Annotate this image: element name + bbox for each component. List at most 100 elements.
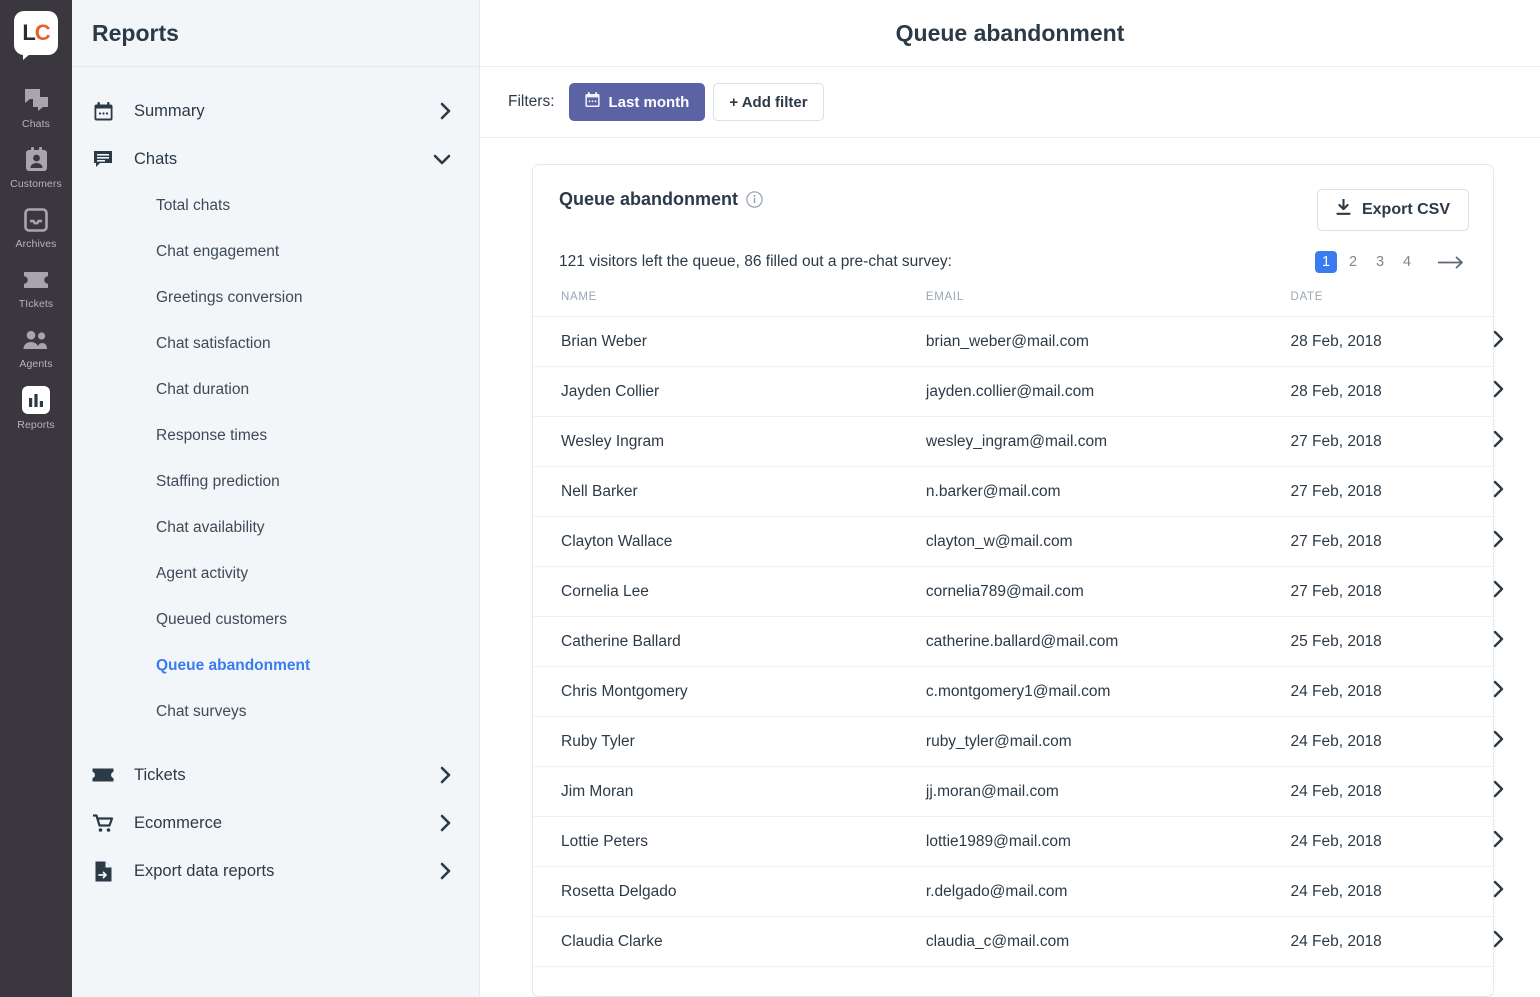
table-row[interactable]: Lottie Peters lottie1989@mail.com 24 Feb, …: [533, 816, 1504, 867]
cell-email: r.delgado@mail.com: [925, 866, 1291, 917]
nav-group-export-data-reports[interactable]: Export data reports: [72, 847, 479, 895]
cell-email: wesley_ingram@mail.com: [925, 416, 1291, 467]
card-wrapper: Queue abandonment Export CSV 121 visitor…: [480, 138, 1540, 997]
page-button-4[interactable]: 4: [1396, 251, 1418, 273]
page-title: Queue abandonment: [895, 19, 1125, 46]
table-row[interactable]: Ruby Tyler ruby_tyler@mail.com 24 Feb, 201…: [533, 716, 1504, 767]
nav-group-tickets[interactable]: Tickets: [72, 751, 479, 799]
chevron-right-icon[interactable]: [440, 102, 451, 120]
export-file-icon: [92, 860, 114, 882]
chevron-right-icon[interactable]: [440, 814, 451, 832]
arrow-right-icon[interactable]: [1438, 256, 1465, 269]
rail-item-reports[interactable]: Reports: [0, 377, 72, 438]
primary-icon-rail: LC Chats Customers Archives TIckets Agen…: [0, 0, 72, 997]
queue-abandonment-table: NAME EMAIL DATE Brian Weber brian_weber@m…: [533, 291, 1504, 967]
sidebar-item-label: Chat satisfaction: [156, 335, 271, 352]
chevron-down-icon[interactable]: [433, 154, 451, 165]
sidebar-item-chat-engagement[interactable]: Chat engagement: [72, 229, 479, 275]
sidebar-item-chat-availability[interactable]: Chat availability: [72, 505, 479, 551]
cell-email: catherine.ballard@mail.com: [925, 616, 1291, 667]
sidebar-item-staffing-prediction[interactable]: Staffing prediction: [72, 459, 479, 505]
cell-email: jj.moran@mail.com: [925, 766, 1291, 817]
table-row[interactable]: Wesley Ingram wesley_ingram@mail.com 27 Fe…: [533, 416, 1504, 467]
rail-label-reports: Reports: [17, 419, 55, 431]
calendar-icon: [584, 92, 600, 112]
cell-date: 24 Feb, 2018: [1290, 766, 1493, 817]
sidebar-item-greetings-conversion[interactable]: Greetings conversion: [72, 275, 479, 321]
sidebar-item-chat-duration[interactable]: Chat duration: [72, 367, 479, 413]
sidebar-item-label: Chat engagement: [156, 243, 280, 260]
column-header-date: DATE: [1290, 291, 1493, 317]
sidebar-item-label: Chat surveys: [156, 703, 247, 720]
sidebar-item-response-times[interactable]: Response times: [72, 413, 479, 459]
table-body: Brian Weber brian_weber@mail.com 28 Feb, 2…: [533, 316, 1504, 967]
sidebar-item-chat-surveys[interactable]: Chat surveys: [72, 689, 479, 735]
chat-bubble-icon: [92, 148, 114, 170]
table-row[interactable]: Rosetta Delgado r.delgado@mail.com 24 Feb,…: [533, 866, 1504, 917]
cell-date: 28 Feb, 2018: [1290, 316, 1493, 367]
table-row[interactable]: Cornelia Lee cornelia789@mail.com 27 Feb, …: [533, 566, 1504, 617]
rail-item-archives[interactable]: Archives: [0, 197, 72, 257]
cell-date: 24 Feb, 2018: [1290, 716, 1493, 767]
sidebar-item-queue-abandonment[interactable]: Queue abandonment: [72, 643, 479, 689]
nav-group-ecommerce[interactable]: Ecommerce: [72, 799, 479, 847]
table-row[interactable]: Jayden Collier jayden.collier@mail.com 28 …: [533, 366, 1504, 417]
sidebar-item-queued-customers[interactable]: Queued customers: [72, 597, 479, 643]
sidebar-item-label: Agent activity: [156, 565, 249, 582]
table-row[interactable]: Claudia Clarke claudia_c@mail.com 24 Feb, …: [533, 916, 1504, 967]
page-button-1[interactable]: 1: [1315, 251, 1337, 273]
card-summary-row: 121 visitors left the queue, 86 filled o…: [533, 231, 1493, 291]
main-header: Queue abandonment: [480, 0, 1540, 67]
logo-letter-l: L: [22, 20, 35, 45]
cell-date: 24 Feb, 2018: [1290, 866, 1493, 917]
cell-email: claudia_c@mail.com: [925, 916, 1291, 967]
nav-group-label-ecommerce: Ecommerce: [134, 813, 223, 832]
rail-item-agents[interactable]: Agents: [0, 317, 72, 377]
rail-label-tickets: TIckets: [18, 298, 54, 310]
summary-text: 121 visitors left the queue, 86 filled o…: [559, 253, 952, 270]
table-row[interactable]: Jim Moran jj.moran@mail.com 24 Feb, 2018: [533, 766, 1504, 817]
page-button-2[interactable]: 2: [1342, 251, 1364, 273]
info-icon[interactable]: [746, 191, 763, 208]
calendar-icon: [92, 100, 114, 122]
filter-last-month-button[interactable]: Last month: [568, 83, 706, 121]
nav-group-label-summary: Summary: [134, 101, 205, 120]
nav-group-label-export-data-reports: Export data reports: [134, 861, 275, 880]
cell-date: 28 Feb, 2018: [1290, 366, 1493, 417]
table-row[interactable]: Brian Weber brian_weber@mail.com 28 Feb, 2…: [533, 316, 1504, 367]
chevron-right-icon[interactable]: [440, 766, 451, 784]
sidebar-item-label: Greetings conversion: [156, 289, 303, 306]
sidebar-item-agent-activity[interactable]: Agent activity: [72, 551, 479, 597]
livechat-logo[interactable]: LC: [14, 11, 58, 60]
add-filter-button[interactable]: + Add filter: [713, 83, 824, 121]
rail-item-chats[interactable]: Chats: [0, 77, 72, 137]
chevron-right-icon[interactable]: [440, 862, 451, 880]
rail-label-archives: Archives: [15, 238, 57, 250]
nav-group-chats[interactable]: Chats: [72, 135, 479, 183]
cell-date: 25 Feb, 2018: [1290, 616, 1493, 667]
table-head: NAME EMAIL DATE: [533, 291, 1493, 317]
page-button-3[interactable]: 3: [1369, 251, 1391, 273]
nav-group-summary[interactable]: Summary: [72, 87, 479, 135]
cell-name: Jim Moran: [533, 766, 926, 817]
sidebar-item-label: Queue abandonment: [156, 657, 311, 674]
table-row[interactable]: Clayton Wallace clayton_w@mail.com 27 Feb,…: [533, 516, 1504, 567]
table-row[interactable]: Chris Montgomery c.montgomery1@mail.com 24…: [533, 666, 1504, 717]
ticket-icon: [92, 764, 114, 786]
rail-item-customers[interactable]: Customers: [0, 137, 72, 197]
nav-group-label-chats: Chats: [134, 149, 178, 168]
queue-abandonment-card: Queue abandonment Export CSV 121 visitor…: [532, 164, 1504, 997]
table-row[interactable]: Nell Barker n.barker@mail.com 27 Feb, 2018: [533, 466, 1504, 517]
sidebar-item-total-chats[interactable]: Total chats: [72, 183, 479, 229]
rail-item-tickets[interactable]: TIckets: [0, 257, 72, 317]
app-root: LC Chats Customers Archives TIckets Agen…: [0, 0, 1540, 997]
cell-date: 27 Feb, 2018: [1290, 516, 1493, 567]
column-header-name: NAME: [533, 291, 926, 317]
sidebar-item-label: Total chats: [156, 197, 231, 214]
column-header-email: EMAIL: [925, 291, 1291, 317]
export-csv-button[interactable]: Export CSV: [1316, 189, 1469, 231]
table-row[interactable]: Catherine Ballard catherine.ballard@mail.…: [533, 616, 1504, 667]
sidebar-item-chat-satisfaction[interactable]: Chat satisfaction: [72, 321, 479, 367]
logo-text: LC: [22, 20, 50, 45]
export-csv-label: Export CSV: [1361, 201, 1450, 218]
